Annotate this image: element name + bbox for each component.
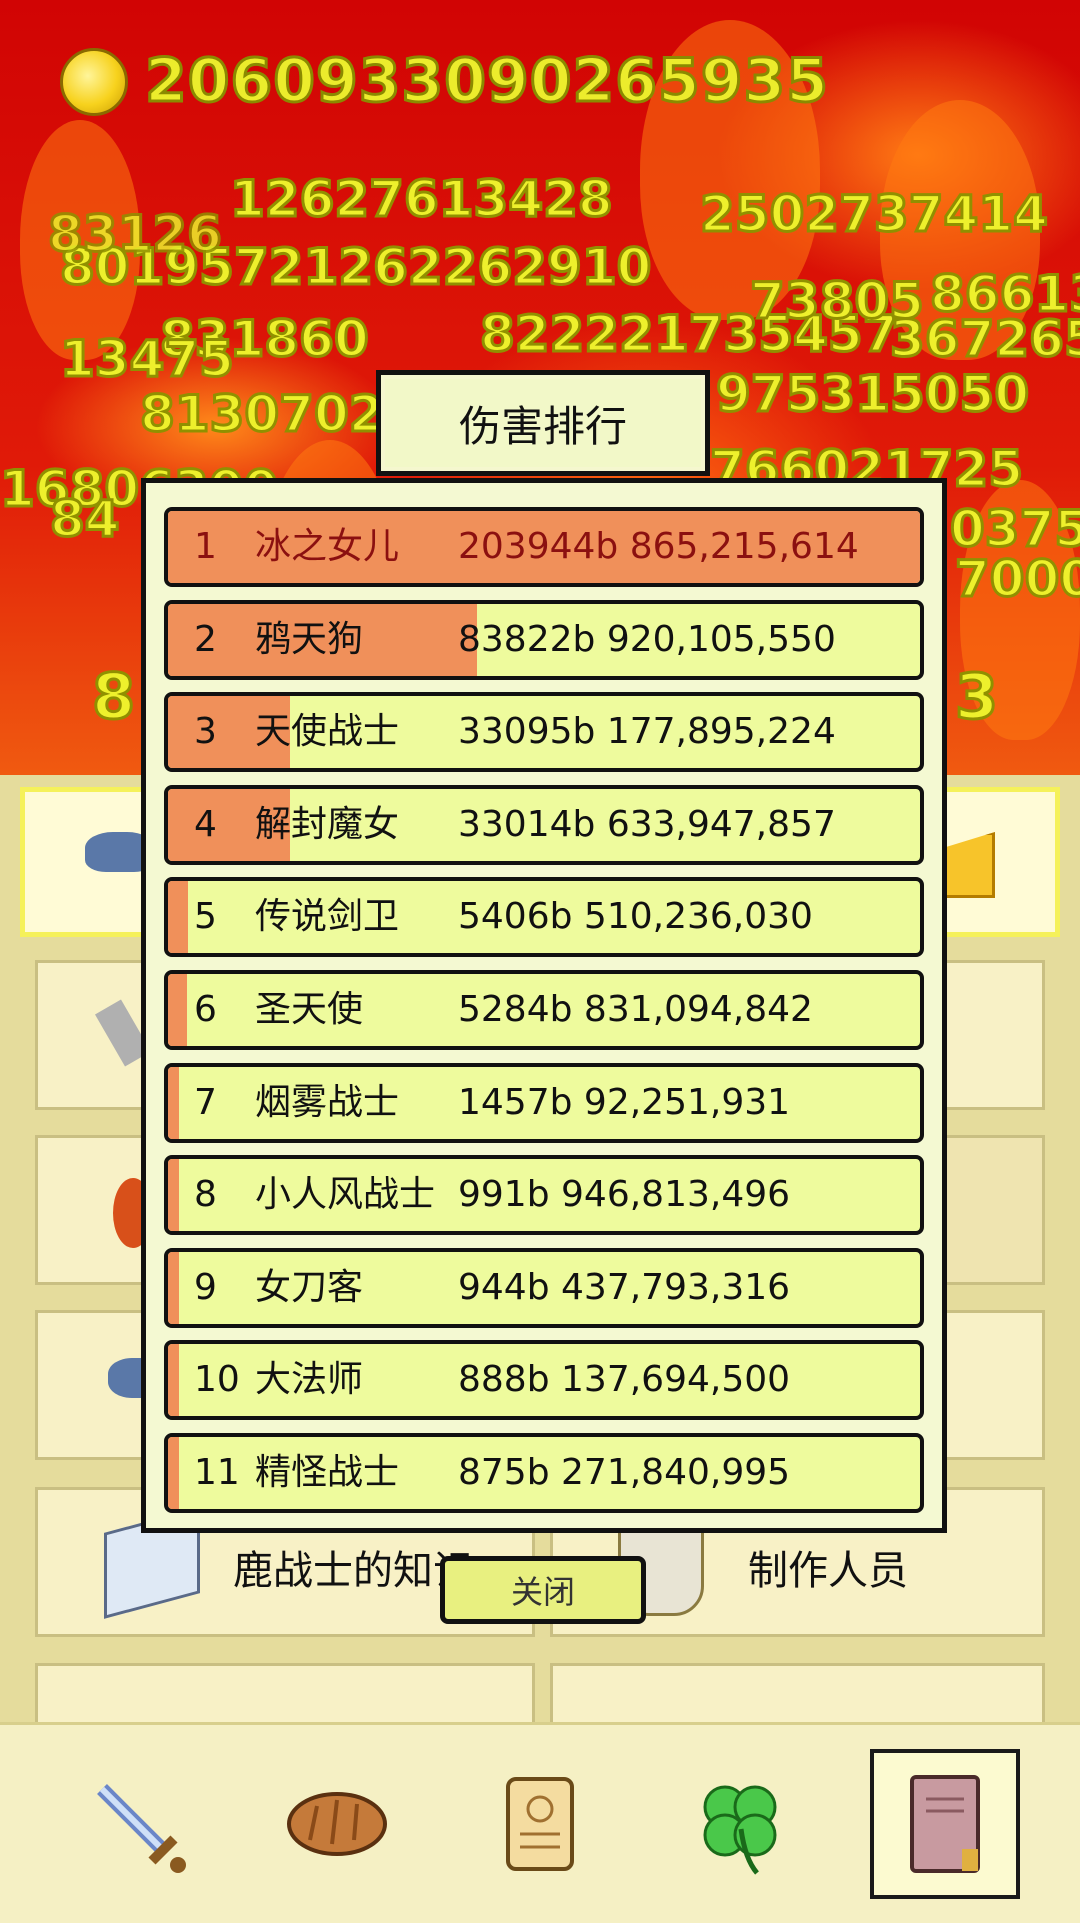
damage-value: 5406b 510,236,030 bbox=[458, 896, 813, 938]
rank-number: 11 bbox=[194, 1452, 240, 1493]
close-button[interactable]: 关闭 bbox=[440, 1556, 646, 1624]
rank-number: 6 bbox=[194, 989, 217, 1030]
damage-value: 991b 946,813,496 bbox=[458, 1174, 791, 1216]
damage-share-bar bbox=[168, 1344, 180, 1417]
damage-ranking-board[interactable]: 1 冰之女儿 203944b 865,215,614 2 鸦天狗 83822b 920,1… bbox=[141, 478, 947, 1533]
ranking-row[interactable]: 8 小人风战士 991b 946,813,496 bbox=[164, 1155, 924, 1236]
ranking-row[interactable]: 7 烟雾战士 1457b 92,251,931 bbox=[164, 1062, 924, 1143]
scroll-icon bbox=[506, 1777, 574, 1871]
hero-name: 冰之女儿 bbox=[255, 526, 400, 567]
damage-share-bar bbox=[168, 881, 188, 954]
damage-number: 8130702 bbox=[139, 384, 386, 445]
bottom-tab-bar bbox=[0, 1722, 1080, 1923]
clover-icon bbox=[703, 1785, 777, 1875]
gold-amount: 2060933090265935 bbox=[144, 45, 830, 118]
hero-name: 小人风战士 bbox=[255, 1174, 436, 1216]
credits-label: 制作人员 bbox=[748, 1548, 908, 1594]
rank-number: 8 bbox=[194, 1174, 217, 1216]
damage-number: 13475 bbox=[59, 329, 236, 390]
damage-number: 8 bbox=[90, 659, 136, 735]
hero-name: 解封魔女 bbox=[255, 803, 400, 845]
damage-share-bar bbox=[168, 1251, 180, 1324]
damage-value: 1457b 92,251,931 bbox=[458, 1081, 791, 1123]
gold-coin-icon bbox=[60, 48, 128, 116]
damage-number: 7000 bbox=[953, 549, 1080, 610]
damage-number: 84 bbox=[49, 489, 122, 550]
damage-share-bar bbox=[168, 974, 188, 1046]
ranking-row[interactable]: 6 圣天使 5284b 831,094,842 bbox=[164, 970, 924, 1050]
damage-number: 3 bbox=[953, 659, 999, 735]
rank-number: 1 bbox=[194, 526, 217, 567]
damage-share-bar bbox=[168, 1159, 180, 1232]
hero-name: 女刀客 bbox=[255, 1266, 364, 1308]
rank-number: 2 bbox=[194, 618, 217, 660]
bread-icon bbox=[287, 1792, 387, 1856]
rank-number: 3 bbox=[194, 711, 217, 753]
rank-number: 5 bbox=[194, 896, 217, 938]
damage-number: 12627613428 bbox=[229, 169, 615, 230]
knowledge-label: 鹿战士的知识 bbox=[233, 1548, 473, 1594]
ranking-row[interactable]: 2 鸦天狗 83822b 920,105,550 bbox=[164, 599, 924, 680]
damage-value: 83822b 920,105,550 bbox=[458, 618, 836, 660]
tab-book[interactable] bbox=[870, 1749, 1020, 1899]
hero-name: 大法师 bbox=[255, 1359, 364, 1401]
ranking-row[interactable]: 1 冰之女儿 203944b 865,215,614 bbox=[164, 507, 924, 587]
hero-name: 天使战士 bbox=[255, 711, 400, 753]
damage-number: 975315050 bbox=[714, 364, 1030, 425]
ranking-row[interactable]: 3 天使战士 33095b 177,895,224 bbox=[164, 692, 924, 773]
damage-value: 944b 437,793,316 bbox=[458, 1266, 791, 1308]
damage-value: 875b 271,840,995 bbox=[458, 1452, 791, 1493]
ranking-row[interactable]: 10 大法师 888b 137,694,500 bbox=[164, 1340, 924, 1421]
damage-number: 2502737414 bbox=[699, 184, 1050, 245]
hero-name: 传说剑卫 bbox=[255, 896, 400, 938]
tab-scroll[interactable] bbox=[465, 1749, 615, 1899]
damage-number: 73805 bbox=[749, 271, 926, 332]
rank-number: 9 bbox=[194, 1266, 217, 1308]
rank-number: 4 bbox=[194, 803, 217, 845]
modal-title: 伤害排行 bbox=[376, 370, 710, 476]
ranking-row[interactable]: 4 解封魔女 33014b 633,947,857 bbox=[164, 784, 924, 865]
tab-weapons[interactable] bbox=[62, 1749, 212, 1899]
damage-value: 33095b 177,895,224 bbox=[458, 711, 836, 753]
damage-value: 203944b 865,215,614 bbox=[458, 526, 859, 567]
ranking-row[interactable]: 9 女刀客 944b 437,793,316 bbox=[164, 1247, 924, 1328]
damage-value: 33014b 633,947,857 bbox=[458, 803, 836, 845]
damage-share-bar bbox=[168, 1437, 180, 1509]
rank-number: 7 bbox=[194, 1081, 217, 1123]
hero-name: 圣天使 bbox=[255, 989, 364, 1030]
sword-icon bbox=[97, 1784, 186, 1873]
damage-value: 5284b 831,094,842 bbox=[458, 989, 813, 1030]
ranking-row[interactable]: 11 精怪战士 875b 271,840,995 bbox=[164, 1433, 924, 1513]
rank-number: 10 bbox=[194, 1359, 240, 1401]
damage-share-bar bbox=[168, 1066, 180, 1139]
book-icon bbox=[910, 1775, 980, 1873]
hero-name: 精怪战士 bbox=[255, 1452, 400, 1493]
hero-name: 烟雾战士 bbox=[255, 1081, 400, 1123]
hero-name: 鸦天狗 bbox=[255, 618, 364, 660]
damage-number: 86613 bbox=[929, 264, 1080, 325]
damage-value: 888b 137,694,500 bbox=[458, 1359, 791, 1401]
tab-luck[interactable] bbox=[665, 1749, 815, 1899]
damage-number: 83126 bbox=[47, 204, 224, 265]
tab-food[interactable] bbox=[262, 1749, 412, 1899]
ranking-row[interactable]: 5 传说剑卫 5406b 510,236,030 bbox=[164, 877, 924, 958]
